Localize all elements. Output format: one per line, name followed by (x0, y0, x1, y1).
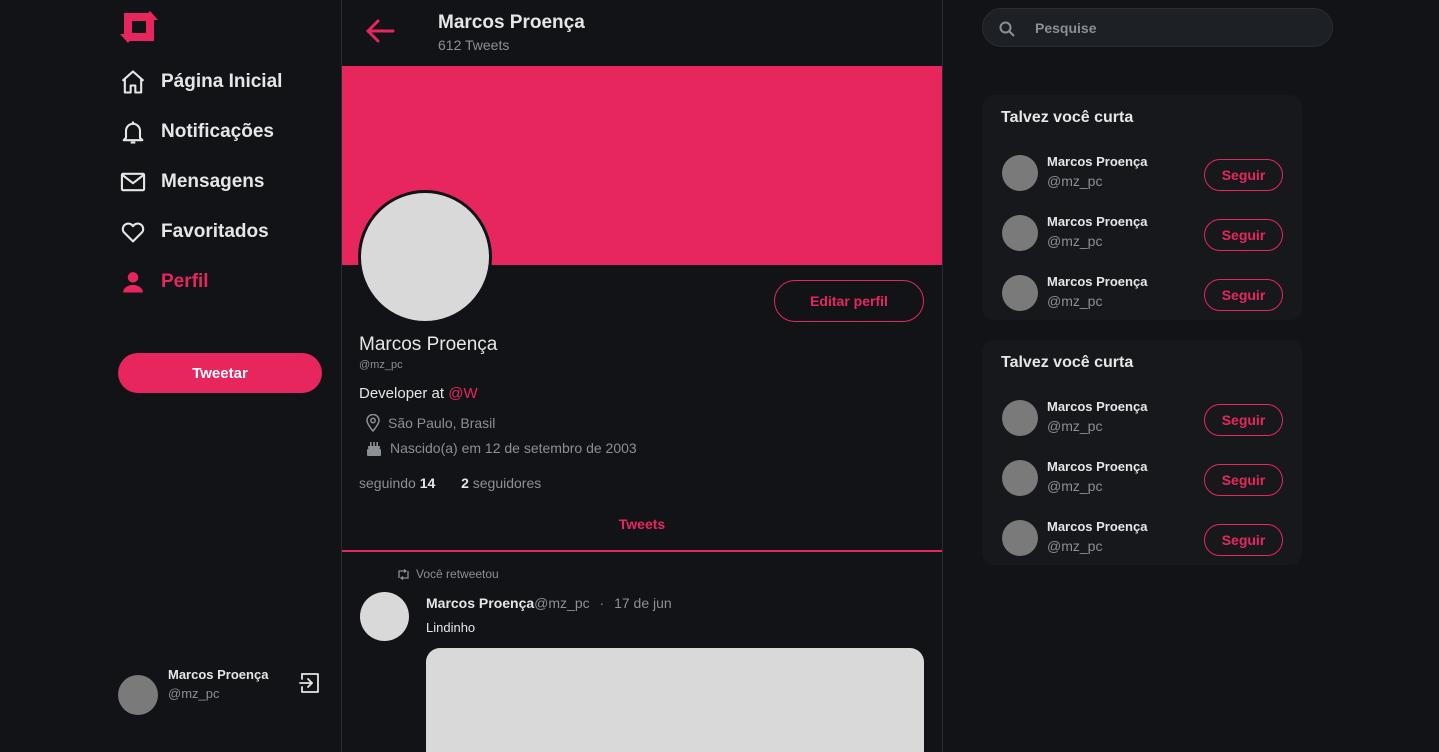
following-count: 14 (419, 475, 436, 491)
suggestion-handle: @mz_pc (1047, 233, 1103, 249)
location-text: São Paulo, Brasil (388, 415, 496, 431)
bio-text: Developer at (359, 385, 449, 402)
following-link[interactable]: seguindo 14 (359, 475, 435, 491)
follow-button[interactable]: Seguir (1204, 404, 1283, 436)
suggestion-handle: @mz_pc (1047, 173, 1103, 189)
tweet-text: Lindinho (426, 620, 476, 635)
profile-avatar (358, 190, 492, 324)
suggestions-title: Talvez você curta (1001, 354, 1134, 371)
home-icon (118, 67, 148, 97)
suggestion-item: Marcos Proença @mz_pc Seguir (982, 450, 1302, 510)
suggestion-handle: @mz_pc (1047, 478, 1103, 494)
nav-label: Favoritados (161, 221, 269, 242)
retweet-icon (398, 568, 409, 580)
current-user-name: Marcos Proença (168, 667, 269, 682)
tab-tweets[interactable]: Tweets (342, 516, 942, 532)
nav-item-notifications[interactable]: Notificações (118, 107, 282, 157)
mail-icon (118, 167, 148, 197)
avatar (118, 675, 158, 715)
follow-button[interactable]: Seguir (1204, 159, 1283, 191)
retweet-label: Você retweetou (416, 567, 499, 581)
avatar[interactable] (1002, 275, 1038, 311)
profile-location: São Paulo, Brasil (366, 414, 495, 432)
bio-mention-link[interactable]: @W (448, 385, 477, 402)
nav-item-home[interactable]: Página Inicial (118, 57, 282, 107)
tweet-author[interactable]: Marcos Proença (426, 595, 534, 611)
nav-label: Mensagens (161, 171, 265, 192)
nav-label: Página Inicial (161, 71, 283, 92)
nav-label: Notificações (161, 121, 274, 142)
suggestions-title: Talvez você curta (1001, 109, 1134, 126)
avatar[interactable] (1002, 400, 1038, 436)
avatar[interactable] (1002, 215, 1038, 251)
suggestion-item: Marcos Proença @mz_pc Seguir (982, 390, 1302, 450)
header-tweet-count: 612 Tweets (438, 37, 510, 53)
search-input[interactable] (1035, 18, 1315, 38)
back-arrow-icon[interactable] (364, 16, 396, 46)
profile-name: Marcos Proença (359, 334, 498, 355)
logout-icon[interactable] (298, 671, 322, 695)
suggestion-name[interactable]: Marcos Proença (1047, 519, 1147, 534)
suggestion-name[interactable]: Marcos Proença (1047, 214, 1147, 229)
suggestions-card: Talvez você curta Marcos Proença @mz_pc … (982, 95, 1302, 320)
suggestion-name[interactable]: Marcos Proença (1047, 274, 1147, 289)
heart-icon (118, 217, 148, 247)
profile-tabs: Tweets (342, 508, 942, 552)
profile-birthdate: Nascido(a) em 12 de setembro de 2003 (366, 439, 637, 457)
followers-count: 2 (461, 475, 469, 491)
suggestion-handle: @mz_pc (1047, 293, 1103, 309)
followers-link[interactable]: 2 seguidores (461, 475, 541, 491)
followers-label: seguidores (472, 475, 542, 491)
user-icon (118, 267, 148, 297)
avatar[interactable] (1002, 520, 1038, 556)
left-sidebar: Página Inicial Notificações Mensagens Fa… (0, 0, 342, 752)
main-nav: Página Inicial Notificações Mensagens Fa… (118, 57, 282, 307)
search-icon (999, 21, 1015, 37)
suggestions-card: Talvez você curta Marcos Proença @mz_pc … (982, 340, 1302, 565)
suggestion-name[interactable]: Marcos Proença (1047, 459, 1147, 474)
tweet-avatar[interactable] (360, 592, 409, 641)
tweet-handle: @mz_pc (534, 595, 590, 611)
suggestion-handle: @mz_pc (1047, 538, 1103, 554)
suggestion-name[interactable]: Marcos Proença (1047, 154, 1147, 169)
follow-button[interactable]: Seguir (1204, 524, 1283, 556)
tweet-meta: Marcos Proença@mz_pc · 17 de jun (426, 595, 672, 611)
current-user-handle: @mz_pc (168, 686, 220, 701)
avatar[interactable] (1002, 155, 1038, 191)
birthdate-text: Nascido(a) em 12 de setembro de 2003 (390, 440, 637, 456)
suggestion-name[interactable]: Marcos Proença (1047, 399, 1147, 414)
suggestion-item: Marcos Proença @mz_pc Seguir (982, 510, 1302, 570)
follow-stats: seguindo 14 2 seguidores (359, 475, 541, 491)
tweet-button[interactable]: Tweetar (118, 353, 322, 393)
retweet-indicator: Você retweetou (397, 567, 499, 581)
follow-button[interactable]: Seguir (1204, 279, 1283, 311)
tweet-media[interactable] (426, 648, 924, 752)
following-label: seguindo (359, 475, 416, 491)
tweet-separator: · (599, 595, 605, 611)
bell-icon (118, 117, 148, 147)
current-user-card[interactable]: Marcos Proença @mz_pc (118, 665, 324, 717)
tweet-date[interactable]: 17 de jun (614, 595, 672, 611)
cake-icon (367, 442, 381, 456)
follow-button[interactable]: Seguir (1204, 464, 1283, 496)
suggestion-handle: @mz_pc (1047, 418, 1103, 434)
follow-button[interactable]: Seguir (1204, 219, 1283, 251)
suggestion-item: Marcos Proença @mz_pc Seguir (982, 265, 1302, 325)
profile-handle: @mz_pc (359, 359, 403, 371)
suggestion-item: Marcos Proença @mz_pc Seguir (982, 145, 1302, 205)
retweet-logo-icon[interactable] (118, 10, 160, 44)
edit-profile-button[interactable]: Editar perfil (774, 280, 924, 322)
search-bar[interactable] (982, 8, 1333, 47)
profile-header: Marcos Proença 612 Tweets (342, 0, 942, 65)
profile-bio: Developer at @W (359, 385, 478, 402)
suggestion-item: Marcos Proença @mz_pc Seguir (982, 205, 1302, 265)
header-name: Marcos Proença (438, 12, 585, 33)
nav-item-messages[interactable]: Mensagens (118, 157, 282, 207)
avatar[interactable] (1002, 460, 1038, 496)
nav-item-profile[interactable]: Perfil (118, 257, 282, 307)
location-pin-icon (366, 414, 380, 432)
nav-item-favorites[interactable]: Favoritados (118, 207, 282, 257)
nav-label: Perfil (161, 271, 209, 292)
profile-column: Marcos Proença 612 Tweets Editar perfil … (342, 0, 943, 752)
